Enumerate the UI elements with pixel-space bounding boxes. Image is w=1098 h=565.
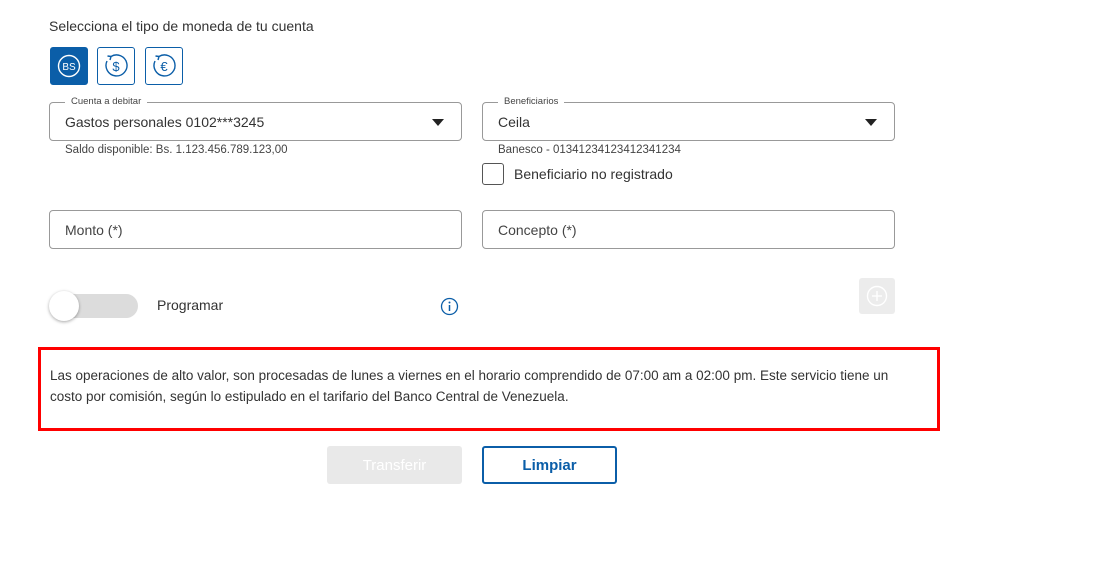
clear-button[interactable]: Limpiar [482,446,617,484]
caret-down-icon [865,119,877,126]
unregistered-beneficiary-label: Beneficiario no registrado [514,166,673,182]
info-icon[interactable] [440,297,459,316]
currency-eur-symbol: € [160,59,168,74]
beneficiary-legend: Beneficiarios [498,96,565,107]
schedule-toggle[interactable] [49,291,139,321]
toggle-knob [49,291,79,321]
beneficiary-value: Ceila [498,114,530,130]
amount-input[interactable]: Monto (*) [49,210,462,249]
transfer-button[interactable]: Transferir [327,446,462,484]
concept-input[interactable]: Concepto (*) [482,210,895,249]
high-value-notice: Las operaciones de alto valor, son proce… [38,347,940,431]
concept-placeholder: Concepto (*) [498,222,577,238]
plus-circle-icon [866,285,888,307]
unregistered-beneficiary-checkbox[interactable] [482,163,504,185]
bolivar-icon: BS [57,54,81,78]
beneficiary-account: Banesco - 01341234123412341234 [498,144,681,156]
currency-bs-button[interactable]: BS [50,47,88,85]
dollar-icon: $ [105,54,128,77]
debit-account-select[interactable]: Cuenta a debitar Gastos personales 0102*… [49,96,462,141]
currency-eur-button[interactable]: € [145,47,183,85]
currency-usd-symbol: $ [112,59,120,74]
debit-account-legend: Cuenta a debitar [65,96,148,107]
euro-icon: € [153,54,176,77]
currency-bs-symbol: BS [62,62,76,73]
beneficiary-select[interactable]: Beneficiarios Ceila [482,96,895,141]
schedule-label: Programar [157,297,224,313]
notice-text: Las operaciones de alto valor, son proce… [50,368,889,404]
debit-account-value: Gastos personales 0102***3245 [65,114,265,130]
amount-placeholder: Monto (*) [65,222,123,238]
add-button[interactable] [859,278,895,314]
available-balance: Saldo disponible: Bs. 1.123.456.789.123,… [65,144,288,156]
currency-heading: Selecciona el tipo de moneda de tu cuent… [49,18,314,34]
currency-usd-button[interactable]: $ [97,47,135,85]
caret-down-icon [432,119,444,126]
